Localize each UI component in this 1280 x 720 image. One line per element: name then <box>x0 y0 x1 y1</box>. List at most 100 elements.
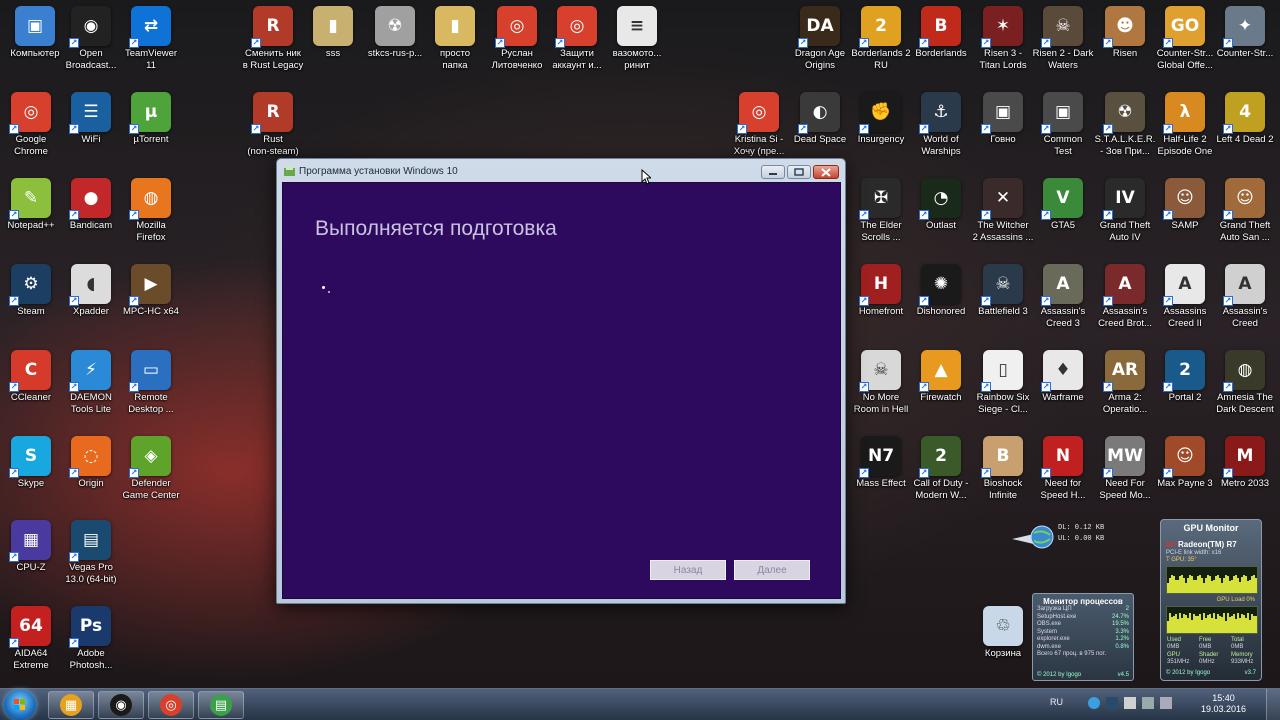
desktop-icon-folder-prosto[interactable]: ▮ просто папка <box>424 6 486 86</box>
desktop-icon-no-more-room[interactable]: ☠ ↗ No More Room in Hell <box>850 350 912 430</box>
windows-setup-window[interactable]: Программа установки Windows 10 Выполняет… <box>276 158 846 604</box>
desktop-icon-battlefield3[interactable]: ☠ ↗ Battlefield 3 <box>972 264 1034 344</box>
desktop-icon-assassins-creed2[interactable]: A ↗ Assassins Creed II <box>1154 264 1216 344</box>
desktop-icon-photoshop[interactable]: Ps ↗ Adobe Photosh... <box>60 606 122 686</box>
desktop-icon-bioshock-infinite[interactable]: B ↗ Bioshock Infinite <box>972 436 1034 516</box>
desktop-icon-warframe[interactable]: ♦ ↗ Warframe <box>1032 350 1094 430</box>
desktop-icon-aida64[interactable]: 64 ↗ AIDA64 Extreme <box>0 606 62 686</box>
steam-tray-icon[interactable] <box>1106 697 1118 709</box>
desktop-icon-vazomoto[interactable]: ≡ вазомото... ринит <box>606 6 668 86</box>
desktop-icon-homefront[interactable]: H ↗ Homefront <box>850 264 912 344</box>
desktop-icon-google-chrome[interactable]: ◎ ↗ Google Chrome <box>0 92 62 172</box>
desktop-icon-steam[interactable]: ⚙ ↗ Steam <box>0 264 62 344</box>
desktop-icon-govno[interactable]: ▣ ↗ Говно <box>972 92 1034 172</box>
desktop-icon-protect-account[interactable]: ◎ ↗ Защити аккаунт и... <box>546 6 608 86</box>
shortcut-arrow-icon: ↗ <box>69 38 79 48</box>
desktop-icon-elder-scrolls[interactable]: ✠ ↗ The Elder Scrolls ... <box>850 178 912 258</box>
volume-tray-icon[interactable] <box>1142 697 1154 709</box>
desktop-icon-assassins-creed-brotherhood[interactable]: A ↗ Assassin's Creed Brot... <box>1094 264 1156 344</box>
desktop-icon-mpc-hc[interactable]: ▶ ↗ MPC-HC x64 <box>120 264 182 344</box>
desktop-icon-daemon-tools[interactable]: ⚡ ↗ DAEMON Tools Lite <box>60 350 122 430</box>
desktop-icon-borderlands2-ru[interactable]: 2 ↗ Borderlands 2 RU <box>850 6 912 86</box>
desktop-icon-skype[interactable]: S ↗ Skype <box>0 436 62 516</box>
desktop-icon-rust-nick[interactable]: R ↗ Сменить ник в Rust Legacy <box>242 6 304 86</box>
desktop-icon-metro2033[interactable]: M ↗ Metro 2033 <box>1214 436 1276 516</box>
taskbar-app-setup[interactable]: ▤ <box>198 691 244 719</box>
desktop-icon-notepad-plus[interactable]: ✎ ↗ Notepad++ <box>0 178 62 258</box>
download-speed: DL: 0.12 KB <box>1058 524 1105 532</box>
desktop-icon-left4dead2[interactable]: 4 ↗ Left 4 Dead 2 <box>1214 92 1276 172</box>
language-indicator[interactable]: RU <box>1050 697 1063 707</box>
desktop-icon-ruslan[interactable]: ◎ ↗ Руслан Литовченко <box>486 6 548 86</box>
desktop-icon-mozilla-firefox[interactable]: ◍ ↗ Mozilla Firefox <box>120 178 182 258</box>
desktop-icon-stkcs[interactable]: ☢ stkcs-rus-p... <box>364 6 426 86</box>
taskbar-app-obs[interactable]: ◉ <box>98 691 144 719</box>
desktop-icon-risen2[interactable]: ☠ ↗ Risen 2 - Dark Waters <box>1032 6 1094 86</box>
desktop-icon-origin[interactable]: ◌ ↗ Origin <box>60 436 122 516</box>
desktop-icon-xpadder[interactable]: ◖ ↗ Xpadder <box>60 264 122 344</box>
window-titlebar[interactable]: Программа установки Windows 10 <box>277 159 845 183</box>
desktop-icon-stalker[interactable]: ☢ ↗ S.T.A.L.K.E.R. - Зов При... <box>1094 92 1156 172</box>
desktop-icon-gta-sa[interactable]: ☺ ↗ Grand Theft Auto San ... <box>1214 178 1276 258</box>
desktop-icon-vegas-pro[interactable]: ▤ ↗ Vegas Pro 13.0 (64-bit) <box>60 520 122 600</box>
desktop-icon-dishonored[interactable]: ✺ ↗ Dishonored <box>910 264 972 344</box>
desktop-icon-arma2[interactable]: AR ↗ Arma 2: Operatio... <box>1094 350 1156 430</box>
desktop-icon-samp[interactable]: ☺ ↗ SAMP <box>1154 178 1216 258</box>
desktop-icon-ccleaner[interactable]: C ↗ CCleaner <box>0 350 62 430</box>
shortcut-arrow-icon: ↗ <box>69 124 79 134</box>
desktop-icon-dragon-age[interactable]: DA ↗ Dragon Age Origins <box>789 6 851 86</box>
desktop-icon-computer[interactable]: ▣ Компьютер <box>4 6 66 86</box>
back-button[interactable]: Назад <box>650 560 726 580</box>
desktop-icon-gta4[interactable]: IV ↗ Grand Theft Auto IV <box>1094 178 1156 258</box>
desktop-icon-call-of-duty-mw2[interactable]: 2 ↗ Call of Duty - Modern W... <box>910 436 972 516</box>
desktop-icon-defender[interactable]: ◈ ↗ Defender Game Center <box>120 436 182 516</box>
desktop-icon-rainbow-six[interactable]: ▯ ↗ Rainbow Six Siege - Cl... <box>972 350 1034 430</box>
desktop-icon-common-test[interactable]: ▣ ↗ Common Test <box>1032 92 1094 172</box>
desktop-icon-label: Defender Game Center <box>122 478 180 501</box>
desktop-icon-mass-effect[interactable]: N7 ↗ Mass Effect <box>850 436 912 516</box>
desktop-icon-outlast[interactable]: ◔ ↗ Outlast <box>910 178 972 258</box>
desktop-icon-wifi[interactable]: ☰ ↗ WiFi <box>60 92 122 172</box>
desktop-icon-assassins-creed[interactable]: A ↗ Assassin's Creed <box>1214 264 1276 344</box>
desktop-icon-half-life2-ep1[interactable]: λ ↗ Half-Life 2 Episode One <box>1154 92 1216 172</box>
desktop-icon-max-payne3[interactable]: ☺ ↗ Max Payne 3 <box>1154 436 1216 516</box>
maximize-button[interactable] <box>787 165 811 179</box>
taskbar-app-chrome[interactable]: ◎ <box>148 691 194 719</box>
show-desktop-button[interactable] <box>1266 689 1280 720</box>
start-button[interactable] <box>4 690 36 720</box>
desktop-icon-sss[interactable]: ▮ sss <box>302 6 364 86</box>
desktop-icon-gta5[interactable]: V ↗ GTA5 <box>1032 178 1094 258</box>
desktop-icon-counter-strike[interactable]: ✦ ↗ Counter-Str... <box>1214 6 1276 86</box>
desktop-icon-utorrent[interactable]: µ ↗ µTorrent <box>120 92 182 172</box>
network-tray-icon[interactable] <box>1124 697 1136 709</box>
desktop-icon-obs[interactable]: ◉ ↗ Open Broadcast... <box>60 6 122 86</box>
desktop-icon-amnesia[interactable]: ◍ ↗ Amnesia The Dark Descent <box>1214 350 1276 430</box>
desktop-icon-risen3[interactable]: ✶ ↗ Risen 3 - Titan Lords <box>972 6 1034 86</box>
desktop-icon-label: Assassin's Creed <box>1222 306 1268 329</box>
desktop-icon-cs-go[interactable]: GO ↗ Counter-Str... Global Offe... <box>1154 6 1216 86</box>
desktop-icon-bandicam[interactable]: ● ↗ Bandicam <box>60 178 122 258</box>
desktop-icon-teamviewer[interactable]: ⇄ ↗ TeamViewer 11 <box>120 6 182 86</box>
clock[interactable]: 15:40 19.03.2016 <box>1201 693 1246 715</box>
remote-desktop-icon: ▭ ↗ <box>129 350 171 392</box>
desktop-icon-assassins-creed3[interactable]: A ↗ Assassin's Creed 3 <box>1032 264 1094 344</box>
desktop-icon-portal2[interactable]: 2 ↗ Portal 2 <box>1154 350 1216 430</box>
skype-tray-icon[interactable] <box>1088 697 1100 709</box>
next-button[interactable]: Далее <box>734 560 810 580</box>
desktop-icon-witcher2[interactable]: ✕ ↗ The Witcher 2 Assassins ... <box>972 178 1034 258</box>
taskbar-app-metro[interactable]: ▦ <box>48 691 94 719</box>
desktop-icon-insurgency[interactable]: ✊ ↗ Insurgency <box>850 92 912 172</box>
minimize-button[interactable] <box>761 165 785 179</box>
desktop-icon-nfs-hot-pursuit[interactable]: N ↗ Need for Speed H... <box>1032 436 1094 516</box>
desktop-icon-remote-desktop[interactable]: ▭ ↗ Remote Desktop ... <box>120 350 182 430</box>
icon-glyph: ▲ <box>934 360 948 380</box>
desktop-icon-cpu-z[interactable]: ▦ ↗ CPU-Z <box>0 520 62 600</box>
close-button[interactable] <box>813 165 839 179</box>
desktop-icon-risen[interactable]: ☻ ↗ Risen <box>1094 6 1156 86</box>
desktop-icon-recycle-bin[interactable]: ♲ Корзина <box>972 606 1034 686</box>
flag-tray-icon[interactable] <box>1160 697 1172 709</box>
desktop-icon-nfs-most-wanted[interactable]: MW ↗ Need For Speed Mo... <box>1094 436 1156 516</box>
desktop-icon-borderlands[interactable]: B ↗ Borderlands <box>910 6 972 86</box>
desktop-icon-world-of-warships[interactable]: ⚓ ↗ World of Warships <box>910 92 972 172</box>
desktop-icon-firewatch[interactable]: ▲ ↗ Firewatch <box>910 350 972 430</box>
